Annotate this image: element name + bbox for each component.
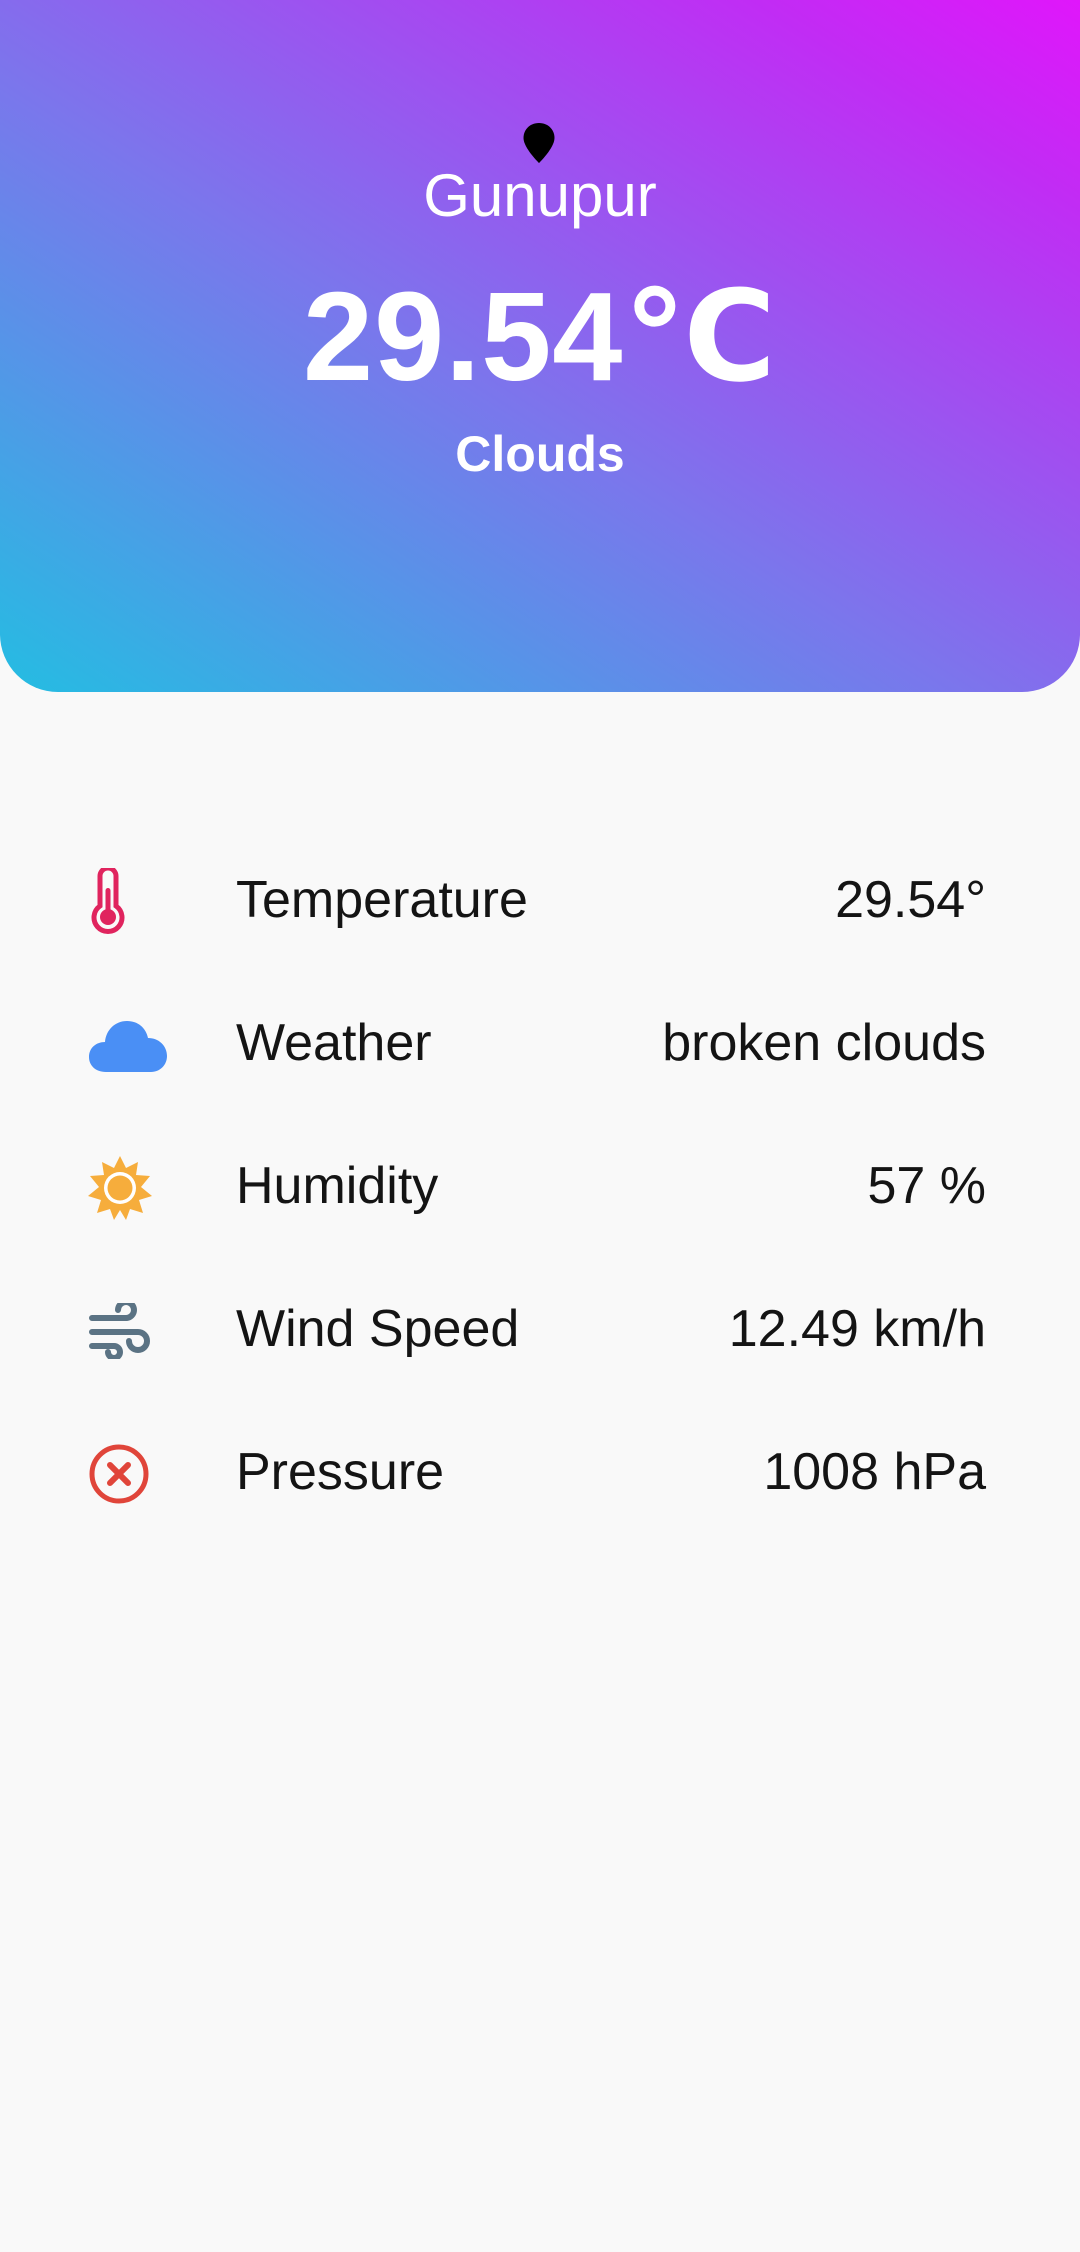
detail-value: 1008 hPa [763, 1443, 986, 1501]
wind-icon [88, 1293, 172, 1369]
detail-row-humidity: Humidity 57 % [0, 1126, 1080, 1269]
detail-row-pressure: Pressure 1008 hPa [0, 1412, 1080, 1555]
city-name: Gunupur [423, 162, 657, 229]
detail-value: 12.49 km/h [728, 1300, 986, 1358]
weather-header: Gunupur 29.54℃ Clouds [0, 0, 1080, 692]
location-pin-icon [523, 123, 555, 163]
thermometer-icon [88, 864, 172, 940]
detail-label: Humidity [236, 1157, 439, 1215]
detail-value: 57 % [867, 1157, 986, 1215]
sun-icon [88, 1150, 172, 1226]
detail-label: Wind Speed [236, 1300, 520, 1358]
weather-condition: Clouds [455, 426, 625, 482]
detail-label: Weather [236, 1014, 432, 1072]
cloud-icon [88, 1007, 172, 1083]
detail-value: 29.54° [835, 871, 986, 929]
detail-row-wind-speed: Wind Speed 12.49 km/h [0, 1269, 1080, 1412]
detail-value: broken clouds [662, 1014, 986, 1072]
weather-screen: Gunupur 29.54℃ Clouds Temperature 29.54°… [0, 0, 1080, 2252]
detail-row-weather: Weather broken clouds [0, 983, 1080, 1126]
weather-details-list: Temperature 29.54° Weather broken clouds… [0, 840, 1080, 1555]
detail-label: Pressure [236, 1443, 445, 1501]
close-circle-icon [88, 1436, 172, 1512]
current-temperature: 29.54℃ [303, 266, 777, 407]
detail-label: Temperature [236, 871, 528, 929]
detail-row-temperature: Temperature 29.54° [0, 840, 1080, 983]
